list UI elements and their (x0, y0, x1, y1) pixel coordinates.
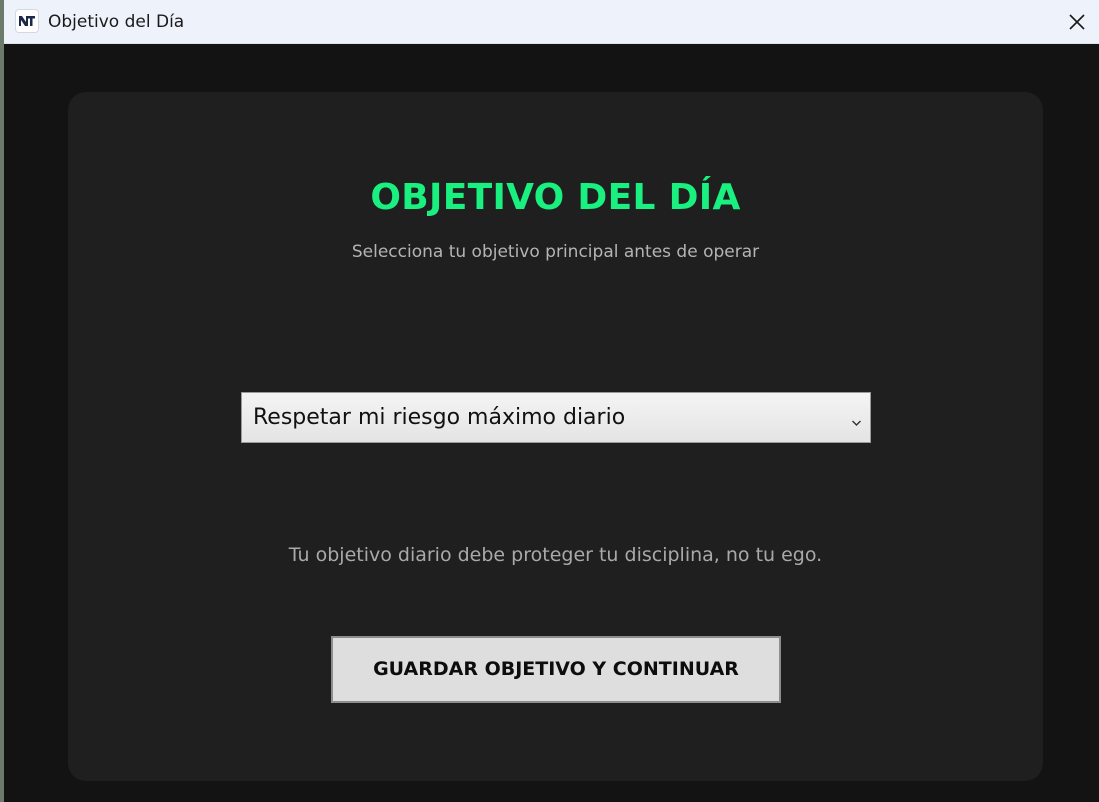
objective-card: OBJETIVO DEL DÍA Selecciona tu objetivo … (68, 92, 1043, 781)
nt-logo-icon (16, 10, 38, 32)
window-title: Objetivo del Día (48, 12, 185, 32)
page-title: OBJETIVO DEL DÍA (370, 177, 741, 218)
close-icon (1069, 14, 1085, 30)
app-window: Objetivo del Día OBJETIVO DEL DÍA Selecc… (4, 0, 1099, 802)
close-button[interactable] (1055, 0, 1099, 44)
chevron-down-icon (851, 412, 862, 431)
hint-text: Tu objetivo diario debe proteger tu disc… (288, 544, 823, 566)
objective-select[interactable]: Respetar mi riesgo máximo diario (241, 392, 871, 443)
save-objective-button[interactable]: GUARDAR OBJETIVO Y CONTINUAR (331, 636, 781, 703)
objective-select-value: Respetar mi riesgo máximo diario (253, 405, 626, 430)
title-bar[interactable]: Objetivo del Día (4, 0, 1099, 44)
page-subtitle: Selecciona tu objetivo principal antes d… (351, 242, 760, 262)
